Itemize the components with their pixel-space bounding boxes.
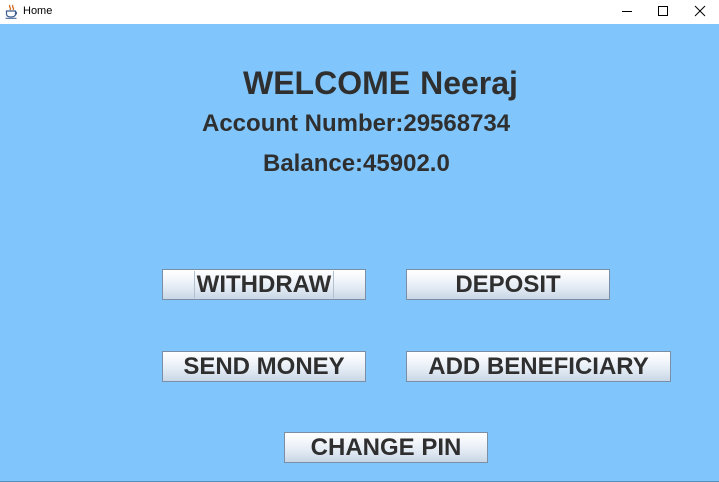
maximize-button[interactable]	[645, 0, 681, 24]
close-button[interactable]	[682, 0, 718, 24]
balance-label: Balance:	[263, 150, 364, 177]
account-number-value: 29568734	[403, 110, 511, 137]
home-window: Home WELCOME Neeraj Account Number:295687…	[0, 0, 719, 482]
balance-value: 45902.0	[363, 150, 450, 177]
balance-text: Balance:45902.0	[263, 150, 450, 178]
title-bar[interactable]: Home	[0, 0, 719, 24]
account-number-label: Account Number:	[202, 110, 404, 137]
account-number-text: Account Number:29568734	[202, 110, 510, 138]
home-panel: WELCOME Neeraj Account Number:29568734 Ba…	[0, 24, 719, 481]
deposit-button[interactable]: DEPOSIT	[406, 269, 610, 300]
minimize-button[interactable]	[609, 0, 645, 24]
change-pin-button[interactable]: CHANGE PIN	[284, 432, 488, 463]
close-icon	[694, 5, 706, 17]
java-cup-icon	[5, 4, 18, 19]
add-beneficiary-button[interactable]: ADD BENEFICIARY	[406, 351, 671, 382]
window-title: Home	[23, 5, 53, 17]
welcome-label: WELCOME	[243, 65, 411, 101]
send-money-button[interactable]: SEND MONEY	[162, 351, 366, 382]
welcome-heading: WELCOME Neeraj	[243, 65, 518, 102]
maximize-icon	[658, 6, 668, 16]
user-name: Neeraj	[420, 65, 518, 101]
withdraw-button[interactable]: WITHDRAW	[162, 269, 366, 300]
minimize-icon	[622, 11, 632, 12]
